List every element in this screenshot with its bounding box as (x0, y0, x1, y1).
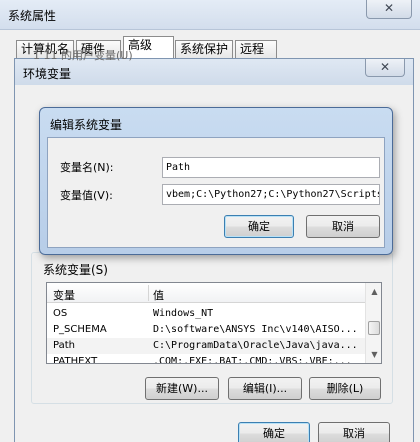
table-row[interactable]: P_SCHEMA D:\software\ANSYS Inc\v140\AISO… (47, 322, 365, 338)
edit-system-variable-dialog: 编辑系统变量 变量名(N): Path 变量值(V): vbem;C:\Pyth… (39, 107, 393, 255)
user-variables-label: 1 11 的用户变量(U) (33, 49, 133, 62)
variable-name: PATHEXT (53, 356, 98, 364)
new-variable-button[interactable]: 新建(W)... (145, 377, 219, 400)
variable-name-input[interactable]: Path (162, 157, 380, 178)
ok-button[interactable]: 确定 (224, 215, 294, 238)
cancel-button[interactable]: 取消 (318, 422, 390, 442)
system-properties-titlebar[interactable]: 系统属性 ✕ (0, 0, 420, 30)
column-header-value[interactable]: 值 (153, 287, 164, 303)
cancel-button[interactable]: 取消 (306, 215, 380, 238)
tab-system-protection[interactable]: 系统保护 (175, 40, 233, 58)
column-header-variable[interactable]: 变量 (53, 287, 75, 303)
close-icon[interactable]: ✕ (365, 59, 405, 77)
system-variables-label: 系统变量(S) (41, 261, 110, 278)
ok-button[interactable]: 确定 (238, 422, 310, 442)
variable-value: C:\ProgramData\Oracle\Java\java... (153, 340, 358, 351)
variable-value-input[interactable]: vbem;C:\Python27;C:\Python27\Scripts (162, 184, 380, 205)
system-variables-list[interactable]: 变量 值 OS Windows_NT P_SCHEMA D:\software\… (46, 282, 382, 364)
column-divider[interactable] (148, 285, 149, 301)
table-row[interactable]: OS Windows_NT (47, 306, 365, 322)
scrollbar-thumb[interactable] (368, 321, 380, 335)
system-properties-title: 系统属性 (8, 9, 57, 23)
variable-name: Path (53, 340, 75, 351)
variable-value: D:\software\ANSYS Inc\v140\AISO... (153, 324, 358, 335)
delete-variable-button[interactable]: 删除(L) (309, 377, 381, 400)
variable-name: OS (53, 308, 68, 319)
tab-remote[interactable]: 远程 (235, 40, 277, 58)
close-icon[interactable]: ✕ (366, 0, 412, 19)
edit-variable-button[interactable]: 编辑(I)... (228, 377, 302, 400)
variable-value: Windows_NT (153, 308, 214, 319)
variable-name: P_SCHEMA (53, 324, 107, 335)
variable-value-label: 变量值(V): (60, 189, 113, 202)
table-row[interactable]: Path C:\ProgramData\Oracle\Java\java... (47, 338, 365, 354)
vertical-scrollbar[interactable]: ▲ ▼ (365, 283, 381, 363)
edit-dialog-title: 编辑系统变量 (50, 118, 123, 132)
edit-dialog-body: 变量名(N): Path 变量值(V): vbem;C:\Python27;C:… (47, 137, 385, 248)
list-header: 变量 值 (47, 283, 365, 303)
variable-value: .COM;.EXE;.BAT;.CMD;.VBS;.VBE;... (153, 356, 352, 364)
environment-variables-title: 环境变量 (23, 67, 72, 81)
variable-name-label: 变量名(N): (60, 161, 114, 174)
scroll-up-icon[interactable]: ▲ (366, 283, 381, 300)
scroll-down-icon[interactable]: ▼ (366, 346, 381, 363)
table-row[interactable]: PATHEXT .COM;.EXE;.BAT;.CMD;.VBS;.VBE;..… (47, 354, 365, 364)
